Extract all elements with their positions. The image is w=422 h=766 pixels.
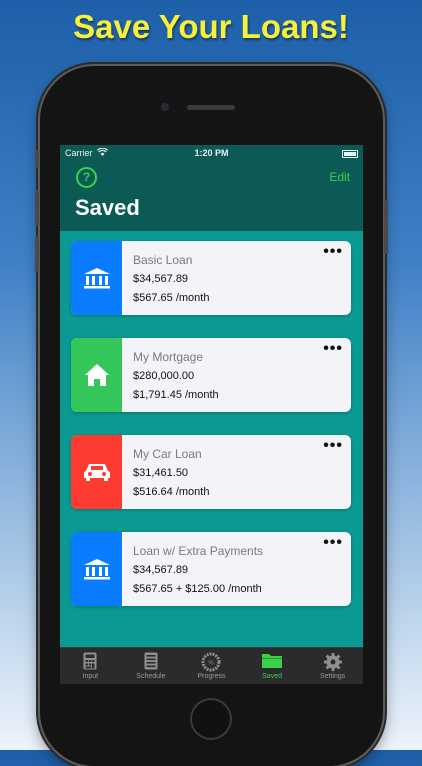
headline: Save Your Loans! [73, 8, 349, 45]
loan-amount: $31,461.50 [133, 467, 189, 479]
loan-name: Basic Loan [133, 253, 193, 267]
more-options-icon[interactable]: ••• [323, 340, 343, 358]
loan-payment: $1,791.45 /month [133, 389, 219, 401]
tab-progress[interactable]: % Progress [181, 648, 242, 684]
help-icon[interactable]: ? [76, 167, 97, 188]
loan-name: My Mortgage [133, 350, 204, 364]
loan-payment: $567.65 /month [133, 292, 210, 304]
loan-amount: $34,567.89 [133, 564, 189, 576]
folder-icon [261, 652, 283, 674]
more-options-icon[interactable]: ••• [323, 437, 343, 455]
loan-card-my-mortgage[interactable]: My Mortgage $280,000.00 $1,791.45 /month… [71, 338, 351, 412]
car-icon [71, 435, 122, 509]
tab-input[interactable]: Input [60, 648, 121, 684]
loan-payment: $567.65 + $125.00 /month [133, 583, 262, 595]
tab-saved[interactable]: Saved [242, 648, 303, 684]
loan-card-basic-loan[interactable]: Basic Loan $34,567.89 $567.65 /month ••• [71, 241, 351, 315]
volume-up-button [35, 190, 39, 226]
page-title: Saved [75, 195, 140, 220]
more-options-icon[interactable]: ••• [323, 243, 343, 261]
mute-switch [35, 150, 39, 168]
house-icon [71, 338, 122, 412]
bank-icon [71, 532, 122, 606]
tab-settings[interactable]: Settings [302, 648, 363, 684]
front-camera [161, 103, 169, 111]
bank-icon [71, 241, 122, 315]
status-time: 1:20 PM [194, 148, 229, 158]
svg-text:%: % [209, 661, 215, 667]
phone-frame: Carrier 1:20 PM ? Edit Saved Basic Loan … [35, 66, 388, 766]
power-button [384, 200, 388, 254]
loan-card-my-car-loan[interactable]: My Car Loan $31,461.50 $516.64 /month ••… [71, 435, 351, 509]
status-bar: Carrier 1:20 PM [60, 147, 363, 162]
battery-icon [342, 150, 358, 158]
tab-label: Input [82, 673, 99, 680]
loan-card-extra-payments[interactable]: Loan w/ Extra Payments $34,567.89 $567.6… [71, 532, 351, 606]
tab-bar: Input Schedule % Progress Saved Settings [60, 647, 363, 684]
app-screen: Carrier 1:20 PM ? Edit Saved Basic Loan … [60, 145, 363, 684]
tab-label: Schedule [136, 673, 166, 680]
tab-label: Progress [197, 673, 226, 680]
navigation-bar: Carrier 1:20 PM ? Edit Saved [60, 145, 363, 231]
edit-button[interactable]: Edit [329, 170, 350, 184]
more-options-icon[interactable]: ••• [323, 534, 343, 552]
loan-amount: $280,000.00 [133, 370, 195, 382]
loan-payment: $516.64 /month [133, 486, 210, 498]
loan-amount: $34,567.89 [133, 273, 189, 285]
tab-label: Saved [262, 673, 282, 680]
tab-schedule[interactable]: Schedule [121, 648, 182, 684]
earpiece-speaker [187, 105, 235, 110]
loan-name: My Car Loan [133, 447, 202, 461]
volume-down-button [35, 236, 39, 272]
schedule-icon [144, 652, 158, 675]
calculator-icon [83, 652, 97, 675]
tab-label: Settings [320, 673, 346, 680]
loan-name: Loan w/ Extra Payments [133, 544, 264, 558]
home-button [190, 698, 232, 740]
